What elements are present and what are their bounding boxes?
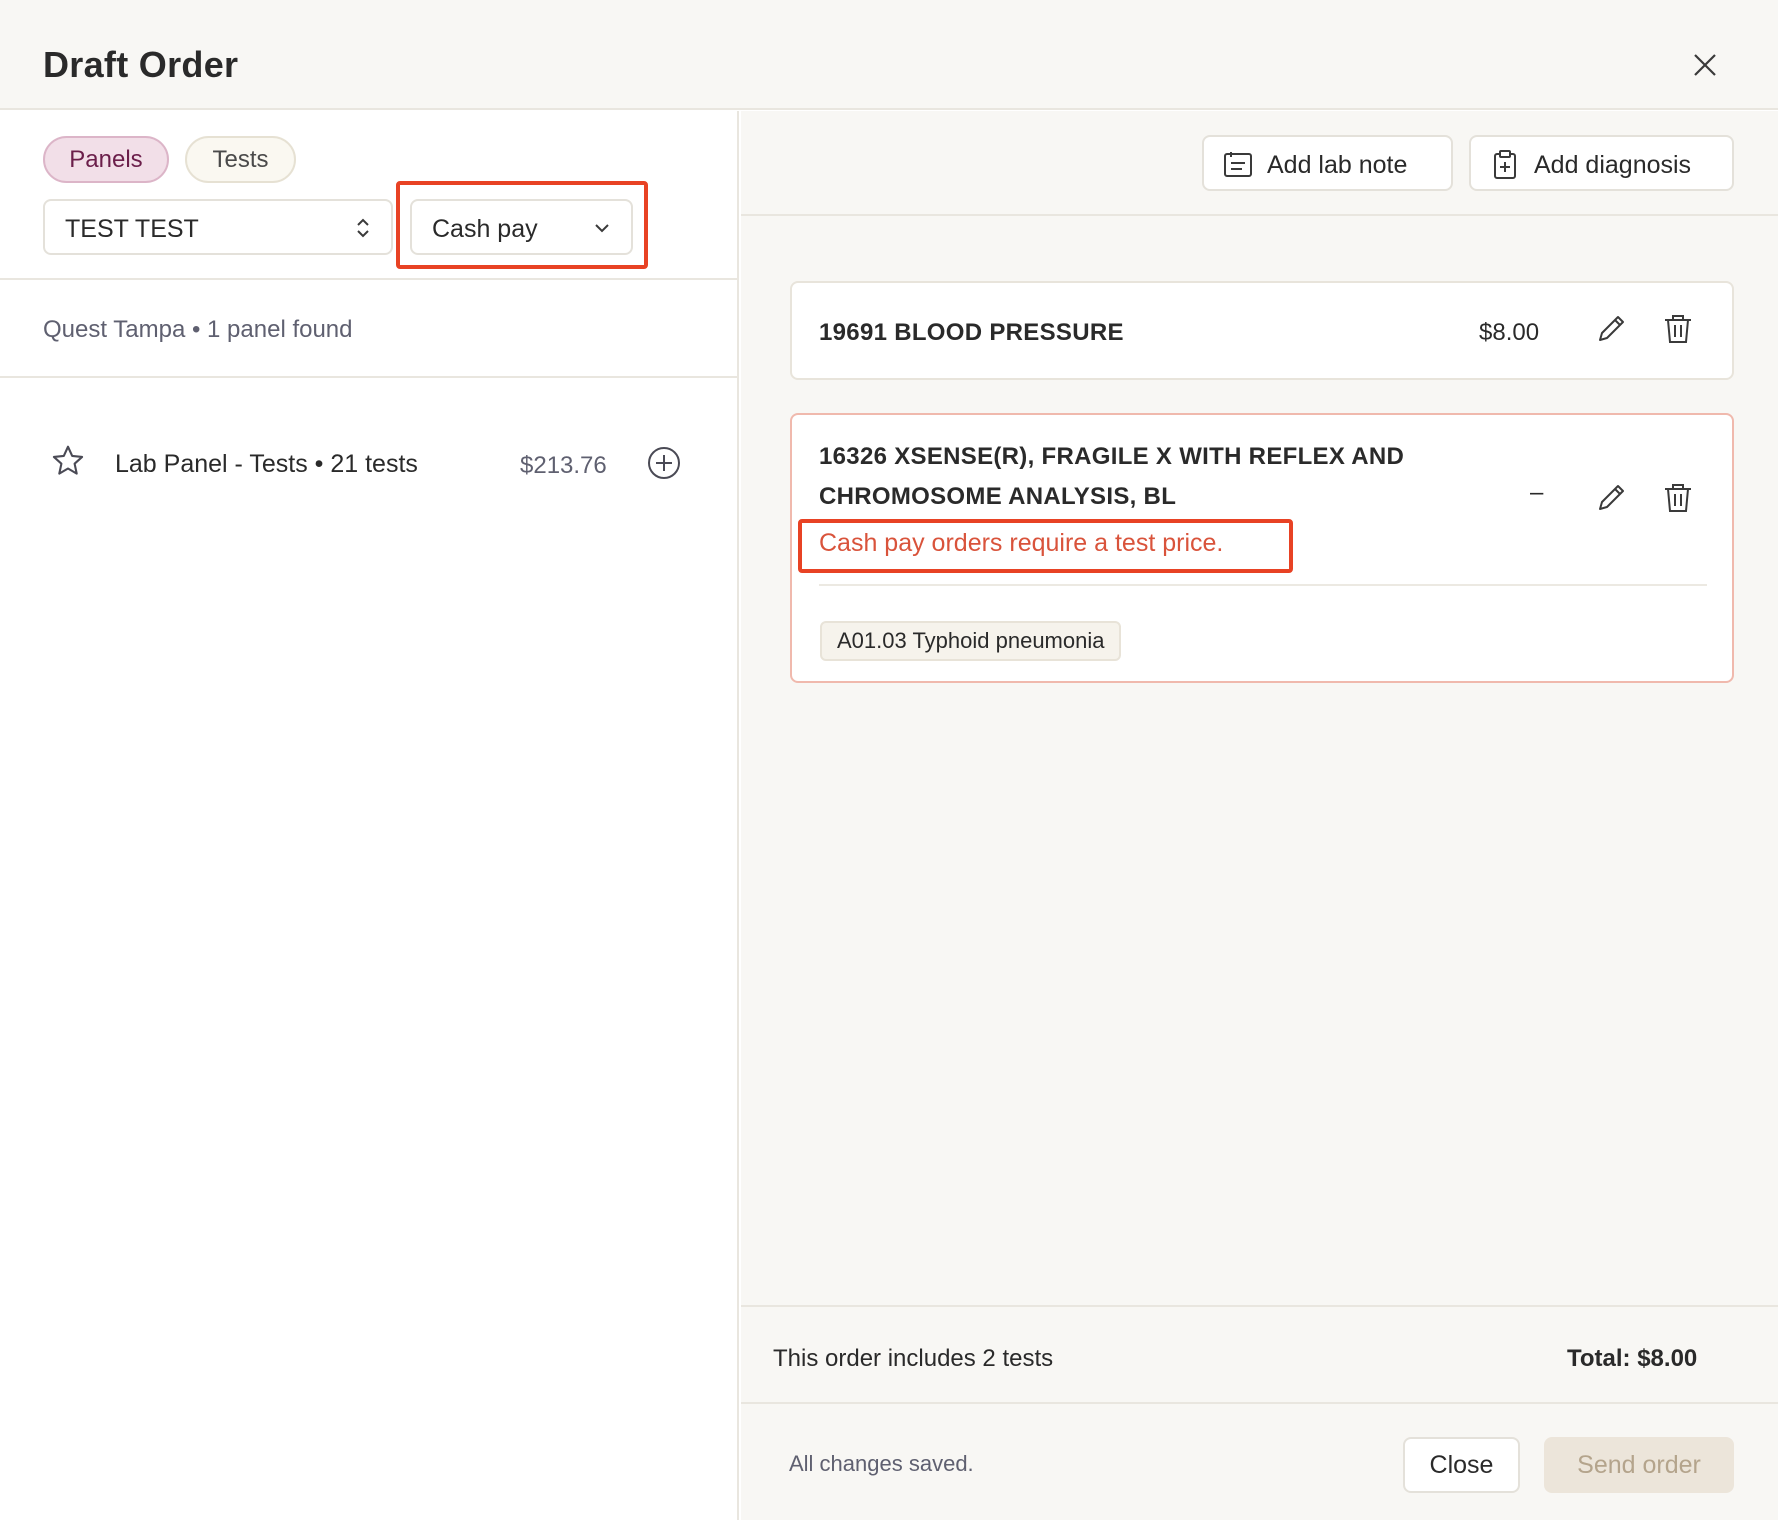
test-name-line2: CHROMOSOME ANALYSIS, BL <box>819 483 1177 510</box>
tab-tests[interactable]: Tests <box>185 136 296 183</box>
pencil-icon[interactable] <box>1594 481 1628 515</box>
modal-header: Draft Order <box>0 0 1778 110</box>
trash-icon[interactable] <box>1661 481 1695 515</box>
add-diagnosis-label: Add diagnosis <box>1534 151 1692 179</box>
modal-title: Draft Order <box>43 44 239 85</box>
add-circle-icon[interactable] <box>646 445 682 481</box>
trash-icon[interactable] <box>1661 312 1695 346</box>
close-icon[interactable] <box>1690 50 1720 80</box>
divider <box>741 1305 1778 1307</box>
star-icon[interactable] <box>50 443 86 479</box>
order-total: Total: $8.00 <box>1567 1345 1698 1372</box>
pencil-icon[interactable] <box>1594 312 1628 346</box>
test-price: $8.00 <box>1479 319 1540 346</box>
divider <box>819 584 1707 586</box>
divider <box>0 278 739 280</box>
chevron-updown-icon <box>357 218 369 238</box>
test-price-missing: – <box>1530 479 1544 506</box>
test-name: 19691 BLOOD PRESSURE <box>819 319 1124 346</box>
panel-list-item[interactable]: Lab Panel - Tests • 21 tests $213.76 <box>50 440 690 488</box>
patient-select[interactable]: TEST TEST <box>43 199 393 255</box>
send-order-button[interactable]: Send order <box>1544 1437 1734 1493</box>
clipboard-plus-icon <box>1494 150 1516 179</box>
divider <box>0 376 739 378</box>
divider <box>741 214 1778 216</box>
test-card: 19691 BLOOD PRESSURE $8.00 <box>790 281 1734 380</box>
add-lab-note-button[interactable]: Add lab note <box>1202 135 1453 191</box>
close-button[interactable]: Close <box>1403 1437 1520 1493</box>
note-icon <box>1224 152 1252 177</box>
add-lab-note-label: Add lab note <box>1267 151 1408 179</box>
payment-type-value: Cash pay <box>432 215 538 243</box>
patient-select-value: TEST TEST <box>65 215 199 243</box>
save-status: All changes saved. <box>789 1451 974 1476</box>
payment-type-select[interactable]: Cash pay <box>410 199 633 255</box>
add-diagnosis-button[interactable]: Add diagnosis <box>1469 135 1734 191</box>
chevron-down-icon <box>595 224 609 233</box>
diagnosis-chip: A01.03 Typhoid pneumonia <box>820 621 1122 661</box>
tab-panels[interactable]: Panels <box>43 136 169 183</box>
lab-results-info: Quest Tampa • 1 panel found <box>43 316 353 343</box>
panel-price: $213.76 <box>520 452 607 479</box>
price-error-message: Cash pay orders require a test price. <box>819 529 1224 557</box>
panel-name: Lab Panel - Tests • 21 tests <box>115 450 418 478</box>
divider <box>741 1402 1778 1404</box>
test-name-line1: 16326 XSENSE(R), FRAGILE X WITH REFLEX A… <box>819 443 1405 470</box>
order-test-count: This order includes 2 tests <box>773 1345 1054 1372</box>
test-card-error: 16326 XSENSE(R), FRAGILE X WITH REFLEX A… <box>790 413 1734 683</box>
